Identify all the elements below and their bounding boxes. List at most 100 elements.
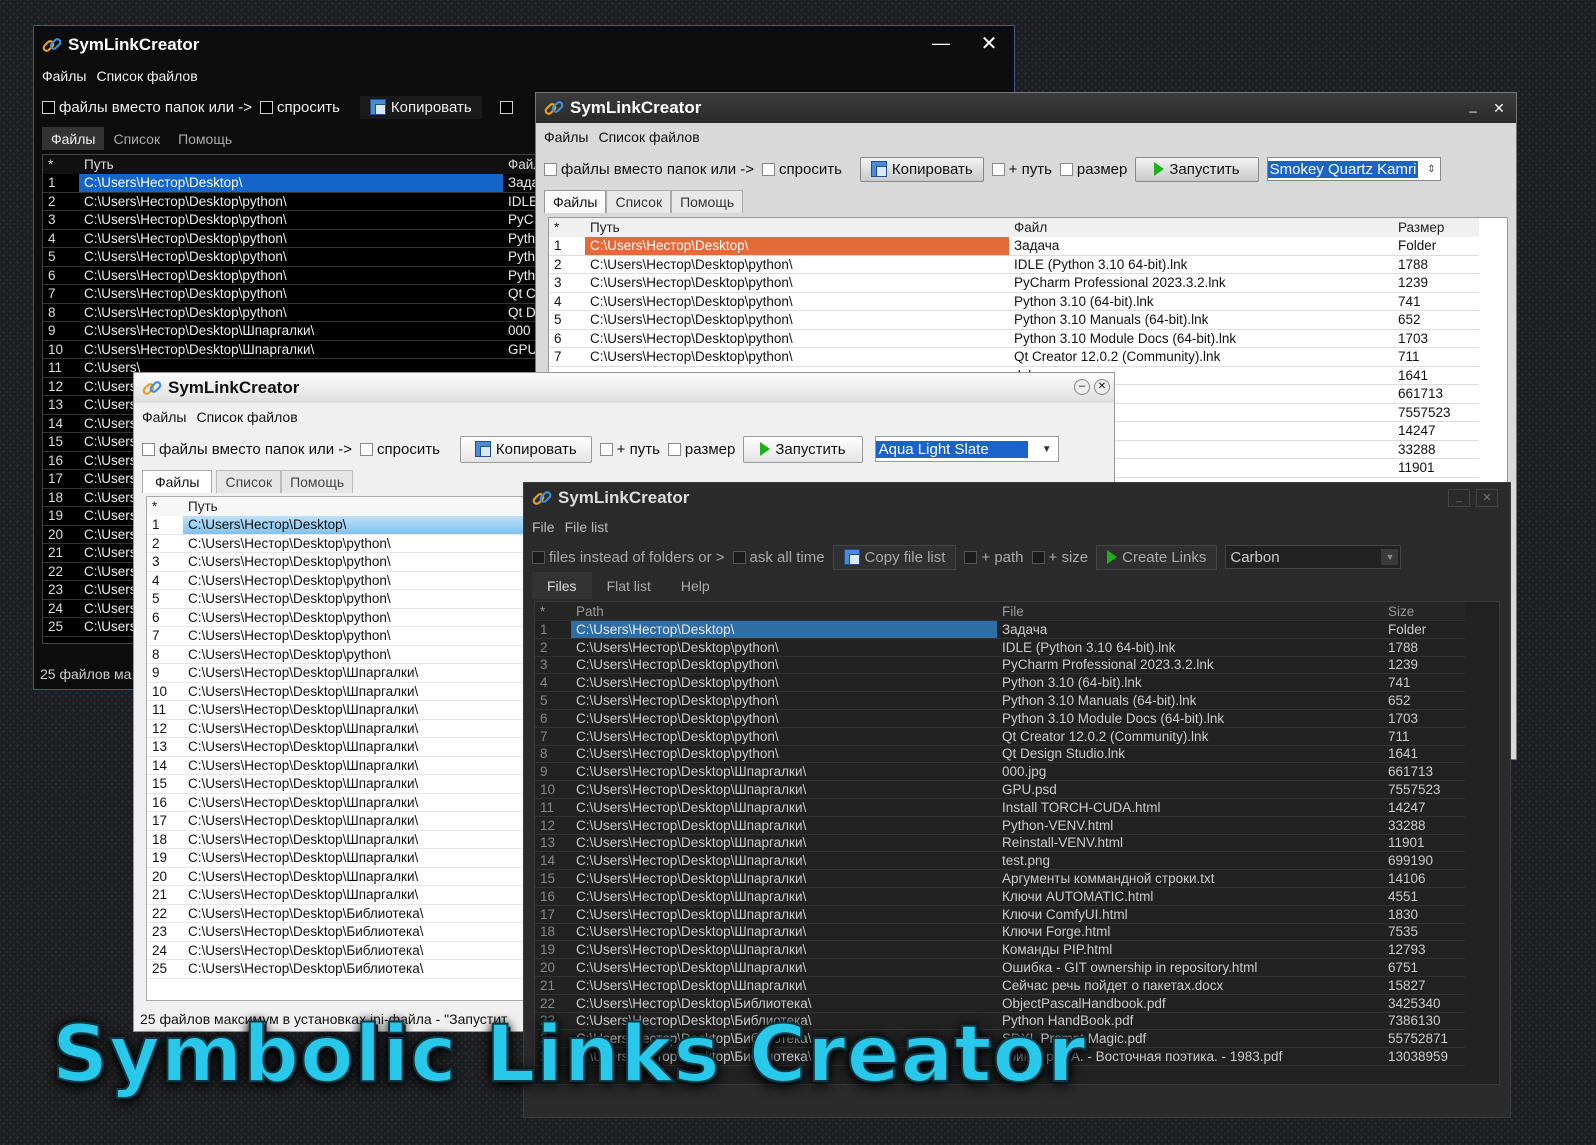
table-row[interactable]: 15 C:\Users\Нестор\Desktop\Шпаргалки\ Аргу… xyxy=(535,869,1465,888)
table-cell[interactable]: 1 xyxy=(535,620,571,639)
table-cell[interactable]: Python-VENV.html xyxy=(997,816,1383,835)
row-number[interactable]: 15 xyxy=(43,432,79,452)
theme-select[interactable]: Smokey Quartz Kamri ⇕ xyxy=(1266,157,1441,181)
row-number[interactable]: 19 xyxy=(43,506,79,526)
row-number[interactable]: 17 xyxy=(43,469,79,489)
ask-checkbox[interactable]: спросить xyxy=(762,161,842,178)
row-number[interactable]: 25 xyxy=(147,959,183,979)
table-cell[interactable]: 14247 xyxy=(1383,798,1465,817)
table-cell[interactable]: 21 xyxy=(535,976,571,995)
table-row[interactable]: 6 C:\Users\Нестор\Desktop\python\ Python 3… xyxy=(535,709,1465,728)
tab-files[interactable]: Files xyxy=(532,572,592,599)
row-number[interactable]: 24 xyxy=(43,599,79,618)
table-cell[interactable]: 6 xyxy=(549,329,585,348)
row-number[interactable]: 25 xyxy=(43,617,79,637)
menu-file[interactable]: File xyxy=(532,515,555,539)
table-cell[interactable]: Ключи Forge.html xyxy=(997,923,1383,942)
table-cell[interactable]: PyCharm Professional 2023.3.2.lnk xyxy=(997,656,1383,675)
run-button[interactable]: Запустить xyxy=(1135,156,1259,182)
table-cell[interactable]: C:\Users\Нестор\Desktop\python\ xyxy=(571,691,997,710)
checkbox-box[interactable] xyxy=(732,550,746,564)
row-number[interactable]: 20 xyxy=(43,525,79,544)
row-number[interactable]: 24 xyxy=(147,941,183,960)
column-header-file[interactable]: Файл xyxy=(1009,218,1393,237)
table-row[interactable]: 10 C:\Users\Нестор\Desktop\Шпаргалки\ GPU.… xyxy=(535,780,1465,799)
table-cell[interactable]: C:\Users\Нестор\Desktop\python\ xyxy=(571,709,997,728)
table-cell[interactable]: Qt Design Studio.lnk xyxy=(997,745,1383,764)
checkbox-box[interactable] xyxy=(142,442,155,456)
table-cell[interactable]: C:\Users\Нестор\Desktop\Шпаргалки\ xyxy=(571,887,997,906)
table-cell[interactable]: C:\Users\Нестор\Desktop\Шпаргалки\ xyxy=(571,780,997,799)
row-number[interactable]: 12 xyxy=(43,377,79,396)
table-cell[interactable]: 17 xyxy=(535,905,571,924)
table-cell[interactable]: C:\Users\Нестор\Desktop\python\ xyxy=(585,292,1009,311)
row-number[interactable]: 17 xyxy=(147,811,183,831)
column-header-size[interactable]: Размер xyxy=(1393,218,1479,237)
files-instead-checkbox[interactable]: files instead of folders or > xyxy=(532,549,725,566)
row-number[interactable]: 3 xyxy=(43,210,79,230)
row-number[interactable]: 23 xyxy=(43,580,79,600)
row-number[interactable]: 2 xyxy=(147,534,183,553)
table-cell[interactable]: C:\Users\Нестор\Desktop\python\ xyxy=(79,247,503,267)
copy-button[interactable]: Копировать xyxy=(459,435,592,463)
tab-help[interactable]: Помощь xyxy=(671,190,744,213)
table-row[interactable]: 11 C:\Users\Нестор\Desktop\Шпаргалки\ Inst… xyxy=(535,798,1465,817)
table-cell[interactable]: C:\Users\Нестор\Desktop\python\ xyxy=(79,210,503,230)
copy-button[interactable]: Копировать xyxy=(359,95,482,119)
row-number[interactable]: 14 xyxy=(43,414,79,433)
table-cell[interactable]: 1830 xyxy=(1383,905,1465,924)
ask-checkbox[interactable]: спросить xyxy=(260,99,340,116)
table-row[interactable]: 2 C:\Users\Нестор\Desktop\python\ IDLE (Py… xyxy=(549,255,1479,274)
checkbox-box[interactable] xyxy=(532,550,545,564)
table-cell[interactable]: 4551 xyxy=(1383,887,1465,906)
table-cell[interactable]: 1788 xyxy=(1393,255,1479,274)
table-cell[interactable]: 6 xyxy=(535,709,571,728)
table-cell[interactable]: 14 xyxy=(535,851,571,871)
table-row[interactable]: 6 C:\Users\Нестор\Desktop\python\ Python 3… xyxy=(549,329,1479,348)
table-cell[interactable]: 1 xyxy=(549,236,585,256)
table-cell[interactable]: 10 xyxy=(535,780,571,799)
close-button[interactable]: ✕ xyxy=(1094,379,1110,395)
row-number[interactable]: 12 xyxy=(147,719,183,738)
table-cell[interactable]: 1641 xyxy=(1383,745,1465,764)
table-cell[interactable]: 11901 xyxy=(1383,834,1465,853)
table-cell[interactable]: C:\Users\Нестор\Desktop\python\ xyxy=(571,727,997,746)
row-number[interactable]: 7 xyxy=(147,626,183,646)
title-bar[interactable]: SymLinkCreator — ✕ xyxy=(34,26,1014,64)
table-cell[interactable]: C:\Users\Нестор\Desktop\python\ xyxy=(585,255,1009,274)
table-cell[interactable]: 000.jpg xyxy=(997,762,1383,782)
row-number[interactable]: 22 xyxy=(147,904,183,923)
table-cell[interactable]: 15827 xyxy=(1383,976,1465,995)
table-cell[interactable]: C:\Users\Нестор\Desktop\Шпаргалки\ xyxy=(571,851,997,871)
table-cell[interactable]: 13038959 xyxy=(1383,1047,1465,1066)
row-number[interactable]: 2 xyxy=(43,192,79,211)
checkbox-box[interactable] xyxy=(360,442,374,456)
tab-help[interactable]: Помощь xyxy=(281,470,354,493)
row-number[interactable]: 11 xyxy=(43,358,79,378)
row-number[interactable]: 6 xyxy=(43,266,79,285)
table-row[interactable]: 8 C:\Users\Нестор\Desktop\python\ Qt Desig… xyxy=(535,745,1465,764)
table-cell[interactable]: 7557523 xyxy=(1393,403,1479,422)
checkbox-box[interactable] xyxy=(964,550,978,564)
row-number[interactable]: 4 xyxy=(43,229,79,248)
table-cell[interactable]: C:\Users\Нестор\Desktop\python\ xyxy=(585,273,1009,293)
table-cell[interactable]: 11 xyxy=(535,798,571,817)
table-cell[interactable]: 1703 xyxy=(1383,709,1465,728)
row-number[interactable]: 9 xyxy=(43,321,79,341)
row-number[interactable]: 4 xyxy=(147,571,183,590)
create-links-button[interactable]: Create Links xyxy=(1096,544,1218,570)
table-cell[interactable]: 15 xyxy=(535,869,571,888)
table-cell[interactable]: C:\Users\Нестор\Desktop\python\ xyxy=(79,192,503,211)
plus-path-checkbox[interactable]: + путь xyxy=(991,161,1052,178)
path-checkbox[interactable] xyxy=(499,100,513,114)
table-cell[interactable]: C:\Users\Нестор\Desktop\ xyxy=(79,173,503,193)
table-cell[interactable]: C:\Users\Нестор\Desktop\python\ xyxy=(571,638,997,657)
table-row[interactable]: 3 C:\Users\Нестор\Desktop\python\ PyCharm … xyxy=(535,656,1465,675)
row-number[interactable]: 13 xyxy=(43,395,79,415)
table-cell[interactable]: 4 xyxy=(535,673,571,693)
column-header-index[interactable]: * xyxy=(43,155,79,174)
table-cell[interactable]: GPU.psd xyxy=(997,780,1383,799)
column-header-path[interactable]: Путь xyxy=(585,218,1009,237)
table-cell[interactable]: 1239 xyxy=(1393,273,1479,293)
table-row[interactable]: 7 C:\Users\Нестор\Desktop\python\ Qt Creat… xyxy=(535,727,1465,746)
